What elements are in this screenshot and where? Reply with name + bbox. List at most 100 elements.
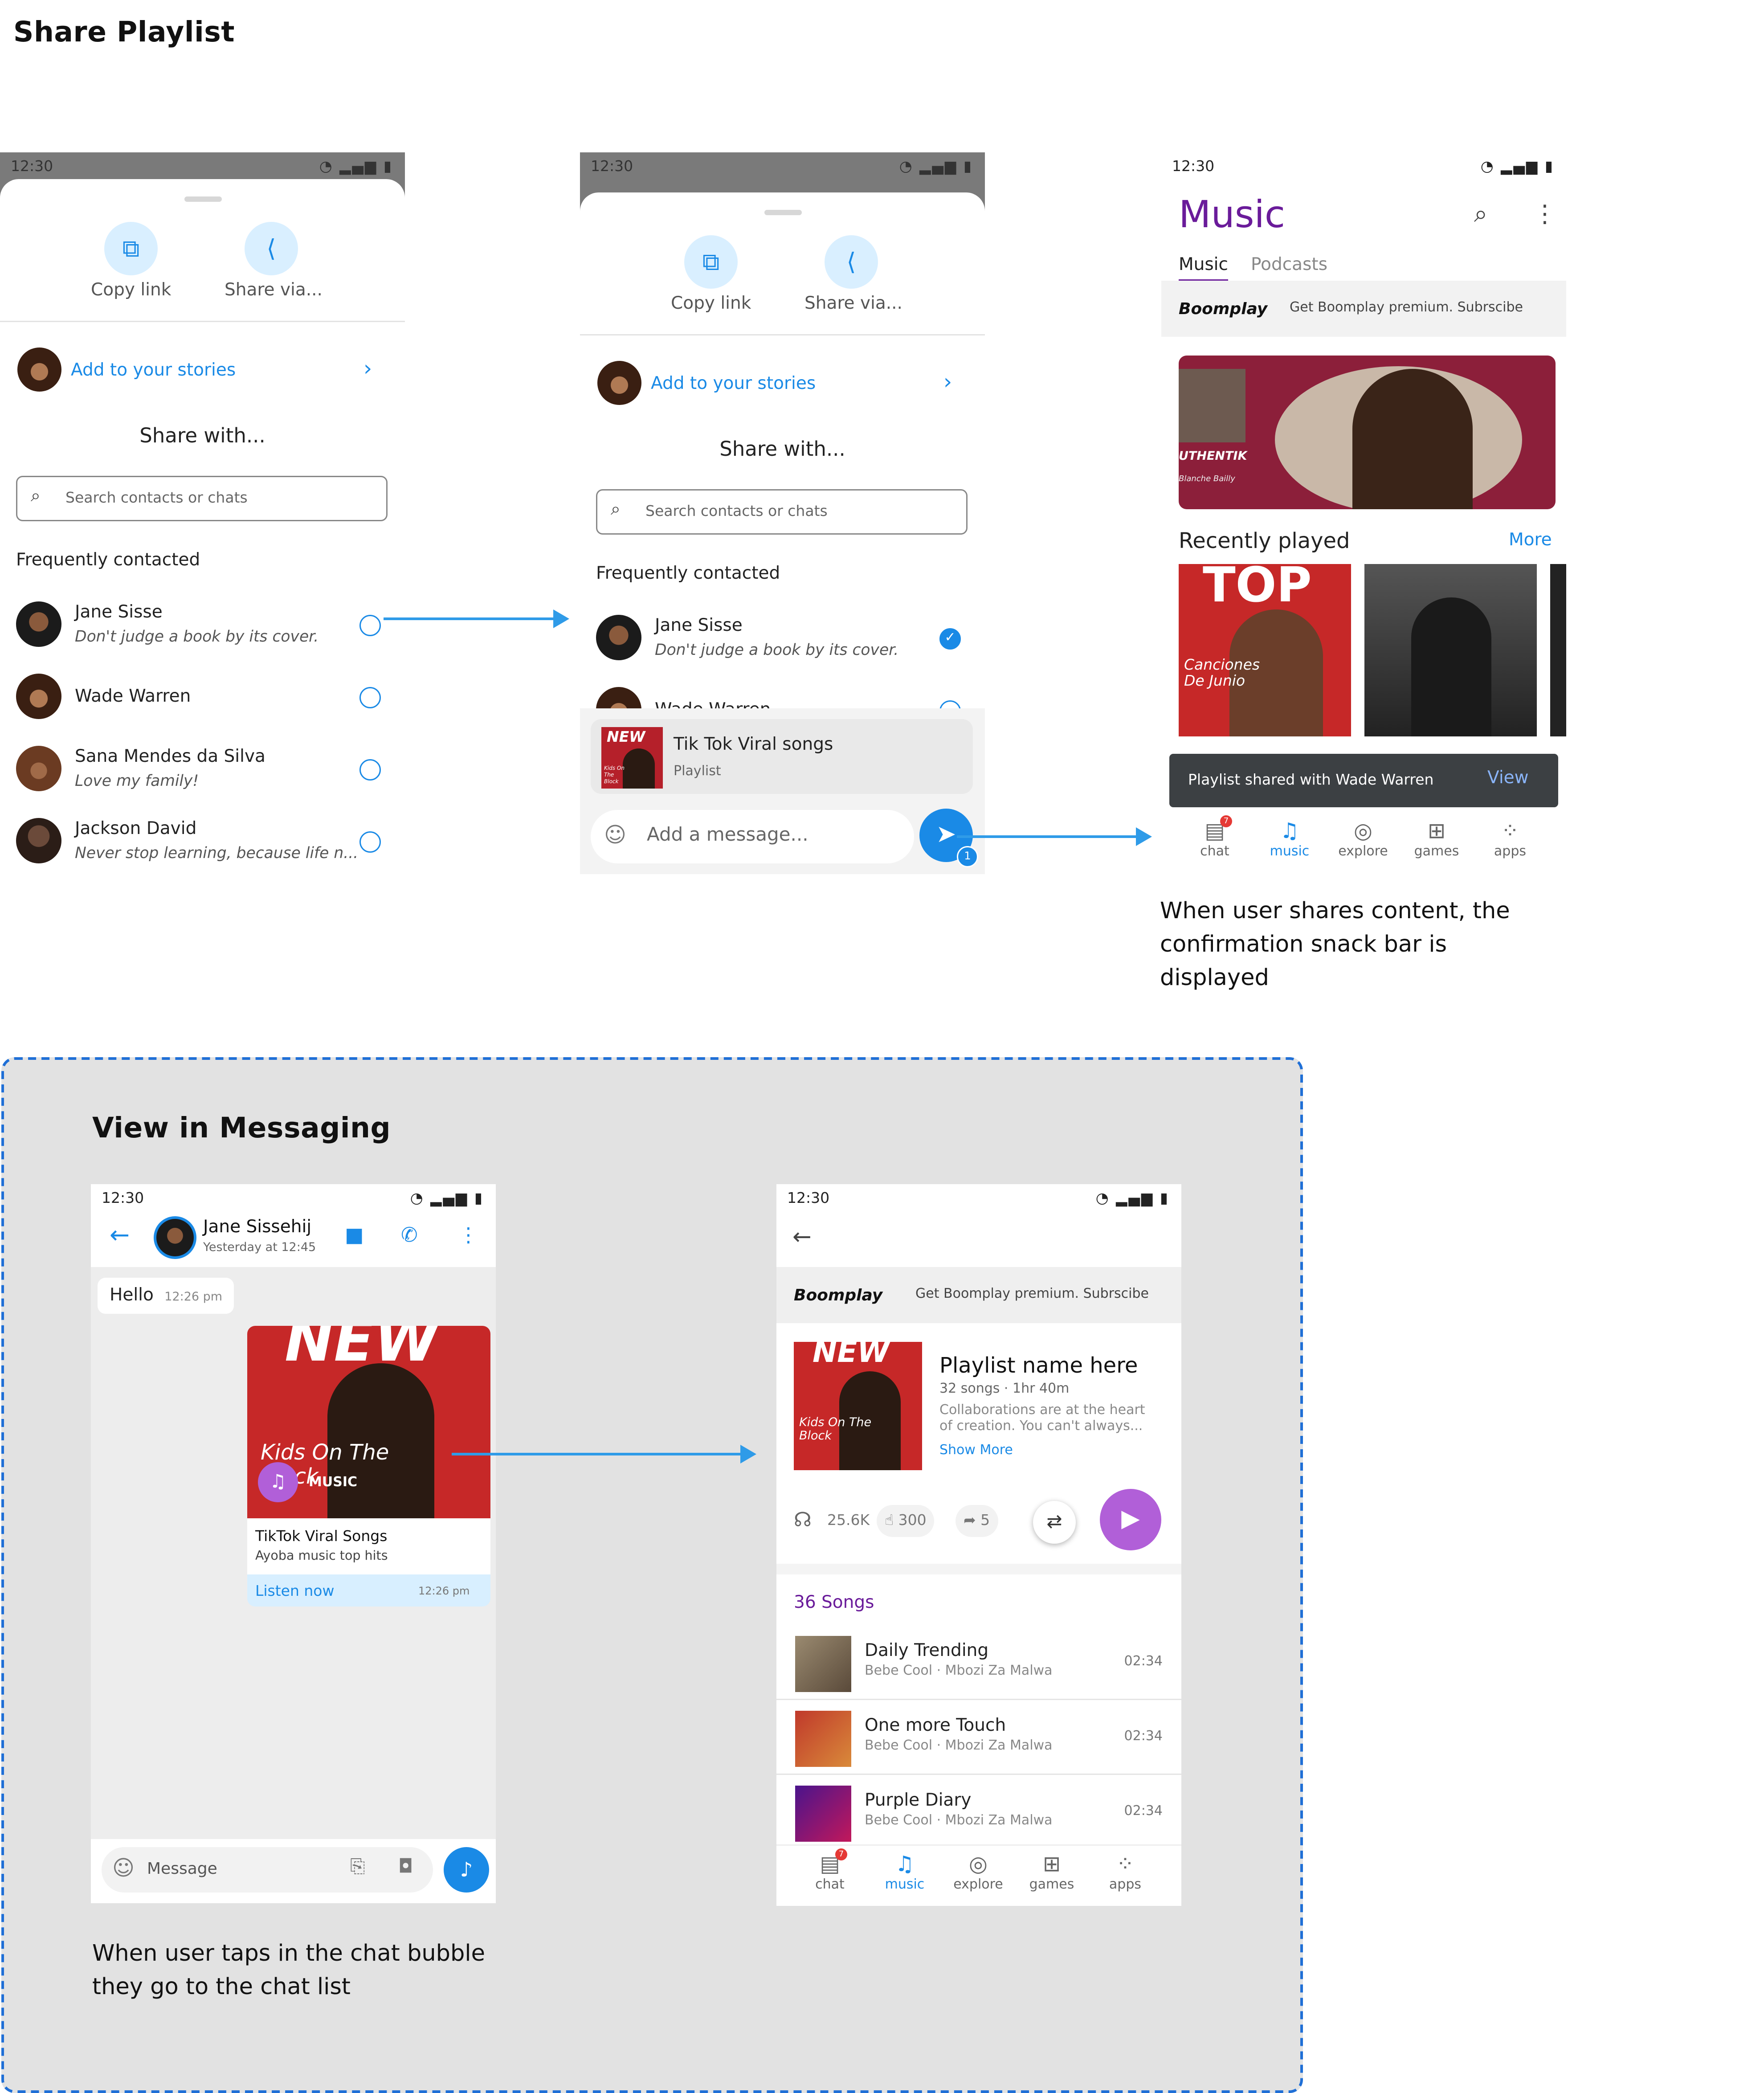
nav-chat[interactable]: ▤ chat xyxy=(1181,818,1248,859)
add-story-link[interactable]: Add to your stories xyxy=(651,374,816,394)
chevron-right-icon[interactable]: › xyxy=(363,356,372,381)
message-placeholder: Add a message... xyxy=(647,825,808,846)
art-person xyxy=(623,748,655,789)
recent-card[interactable] xyxy=(1550,564,1566,736)
nav-apps[interactable]: ⁘ apps xyxy=(1477,818,1544,859)
share-button[interactable]: ➦ 5 xyxy=(956,1505,998,1537)
search-icon: ⌕ xyxy=(31,486,41,507)
nav-chat[interactable]: ▤ chat xyxy=(796,1851,863,1893)
nav-games[interactable]: ⊞ games xyxy=(1403,818,1470,859)
snackbar: Playlist shared with Wade Warren View xyxy=(1169,754,1558,807)
back-arrow-icon[interactable]: ← xyxy=(792,1224,812,1251)
emoji-icon[interactable]: ☺ xyxy=(112,1855,135,1880)
show-more-link[interactable]: Show More xyxy=(939,1443,1013,1458)
send-count-badge: 1 xyxy=(957,846,978,867)
back-arrow-icon[interactable]: ← xyxy=(110,1222,130,1250)
nav-explore[interactable]: ◎ explore xyxy=(945,1851,1012,1893)
song-duration: 02:34 xyxy=(1124,1804,1163,1819)
promo-text: Get Boomplay premium. Subrscibe xyxy=(915,1287,1149,1302)
contact-avatar[interactable] xyxy=(154,1216,196,1259)
featured-banner[interactable]: UTHENTIK Blanche Bailly xyxy=(1179,356,1556,509)
bubble-info: TikTok Viral Songs Ayoba music top hits xyxy=(247,1518,490,1574)
message-input[interactable]: ☺ Message ⎘ ◘ xyxy=(102,1847,433,1893)
song-row[interactable]: One more Touch Bebe Cool · Mbozi Za Malw… xyxy=(776,1700,1181,1775)
nav-games[interactable]: ⊞ games xyxy=(1018,1851,1085,1893)
phone-icon[interactable]: ✆ xyxy=(401,1223,418,1247)
copy-link-icon[interactable]: ⧉ xyxy=(684,235,738,289)
snackbar-view-button[interactable]: View xyxy=(1487,769,1529,789)
search-icon[interactable]: ⌕ xyxy=(1474,200,1487,229)
bubble-art: NEW Kids On The Block ♫ MUSIC xyxy=(247,1326,490,1518)
sheet-handle[interactable] xyxy=(184,196,221,202)
emoji-icon[interactable]: ☺ xyxy=(604,822,626,847)
share-via-label[interactable]: Share via... xyxy=(804,294,902,314)
tab-podcasts[interactable]: Podcasts xyxy=(1251,255,1327,275)
song-row[interactable]: Purple Diary Bebe Cool · Mbozi Za Malwa … xyxy=(776,1775,1181,1848)
boomplay-promo[interactable]: Boomplay Get Boomplay premium. Subrscibe xyxy=(776,1267,1181,1323)
play-button[interactable]: ▶ xyxy=(1100,1489,1161,1550)
playlist-art: NEW Kids On The Block xyxy=(601,727,663,789)
video-call-icon[interactable]: ■ xyxy=(345,1223,364,1247)
add-story-link[interactable]: Add to your stories xyxy=(71,361,236,381)
like-button[interactable]: ☝ 300 xyxy=(877,1505,935,1537)
status-bar: 12:30 ◔ ▂▄▆ ▮ xyxy=(91,1184,496,1211)
song-title: Daily Trending xyxy=(865,1641,989,1661)
nav-music[interactable]: ♫ music xyxy=(871,1851,938,1893)
contact-name: Jane Sisse xyxy=(655,616,743,636)
nav-music[interactable]: ♫ music xyxy=(1256,818,1323,859)
nav-explore[interactable]: ◎ explore xyxy=(1330,818,1396,859)
message-placeholder: Message xyxy=(147,1859,217,1878)
tab-music[interactable]: Music xyxy=(1179,255,1228,282)
flow-arrow xyxy=(384,617,555,620)
sheet-handle[interactable] xyxy=(764,210,801,215)
check-icon[interactable]: ✓ xyxy=(939,628,961,650)
contact-avatar xyxy=(16,746,61,791)
search-input[interactable]: ⌕ Search contacts or chats xyxy=(16,476,388,521)
status-bar: 12:30 ◔ ▂▄▆ ▮ xyxy=(580,152,985,179)
song-row[interactable]: Daily Trending Bebe Cool · Mbozi Za Malw… xyxy=(776,1625,1181,1700)
copy-link-label[interactable]: Copy link xyxy=(91,281,171,301)
song-duration: 02:34 xyxy=(1124,1729,1163,1744)
contact-radio[interactable] xyxy=(359,759,381,781)
copy-link-icon[interactable]: ⧉ xyxy=(104,222,158,275)
shuffle-icon[interactable]: ⇄ xyxy=(1033,1501,1076,1544)
share-icon[interactable]: ⟨ xyxy=(825,235,878,289)
share-via-label[interactable]: Share via... xyxy=(225,281,323,301)
mic-button[interactable]: ♪ xyxy=(444,1847,489,1893)
contact-avatar xyxy=(596,615,641,660)
playlist-meta: 32 songs · 1hr 40m xyxy=(939,1382,1070,1397)
contact-radio[interactable] xyxy=(359,831,381,853)
banner-sub: Blanche Bailly xyxy=(1179,474,1235,484)
chevron-right-icon[interactable]: › xyxy=(943,369,952,394)
status-icons: ◔ ▂▄▆ ▮ xyxy=(1095,1190,1169,1207)
copy-link-label[interactable]: Copy link xyxy=(671,294,751,314)
camera-icon[interactable]: ◘ xyxy=(398,1856,413,1878)
divider xyxy=(580,334,985,335)
more-vert-icon[interactable]: ⋮ xyxy=(1533,200,1557,229)
contact-status: Love my family! xyxy=(75,771,199,790)
attach-icon[interactable]: ⎘ xyxy=(350,1856,365,1878)
chat-icon: ▤ xyxy=(820,1851,840,1876)
more-vert-icon[interactable]: ⋮ xyxy=(458,1223,478,1247)
flow-arrow-head xyxy=(553,609,569,628)
listen-now-link[interactable]: Listen now xyxy=(255,1582,335,1600)
my-avatar xyxy=(597,361,641,405)
last-seen: Yesterday at 12:45 xyxy=(203,1242,316,1255)
nav-apps[interactable]: ⁘ apps xyxy=(1092,1851,1159,1893)
share-icon[interactable]: ⟨ xyxy=(245,222,298,275)
recent-card[interactable] xyxy=(1364,564,1537,736)
boomplay-promo[interactable]: Boomplay Get Boomplay premium. Subrscibe xyxy=(1161,281,1566,337)
likes-count: 300 xyxy=(898,1512,927,1529)
search-input[interactable]: ⌕ Search contacts or chats xyxy=(596,489,968,535)
recent-card[interactable]: TOP Canciones De Junio xyxy=(1179,564,1351,736)
playlist-share-bubble[interactable]: NEW Kids On The Block ♫ MUSIC TikTok Vir… xyxy=(247,1326,490,1607)
incoming-bubble[interactable]: Hello 12:26 pm xyxy=(98,1278,235,1314)
art-new-text: NEW xyxy=(607,728,645,746)
message-input[interactable]: ☺ Add a message... xyxy=(591,810,914,863)
status-bar: 12:30 ◔ ▂▄▆ ▮ xyxy=(0,152,405,179)
snackbar-text: Playlist shared with Wade Warren xyxy=(1188,771,1434,789)
more-link[interactable]: More xyxy=(1509,531,1552,551)
divider xyxy=(0,321,405,322)
contact-radio[interactable] xyxy=(359,687,381,708)
contact-radio[interactable] xyxy=(359,615,381,636)
